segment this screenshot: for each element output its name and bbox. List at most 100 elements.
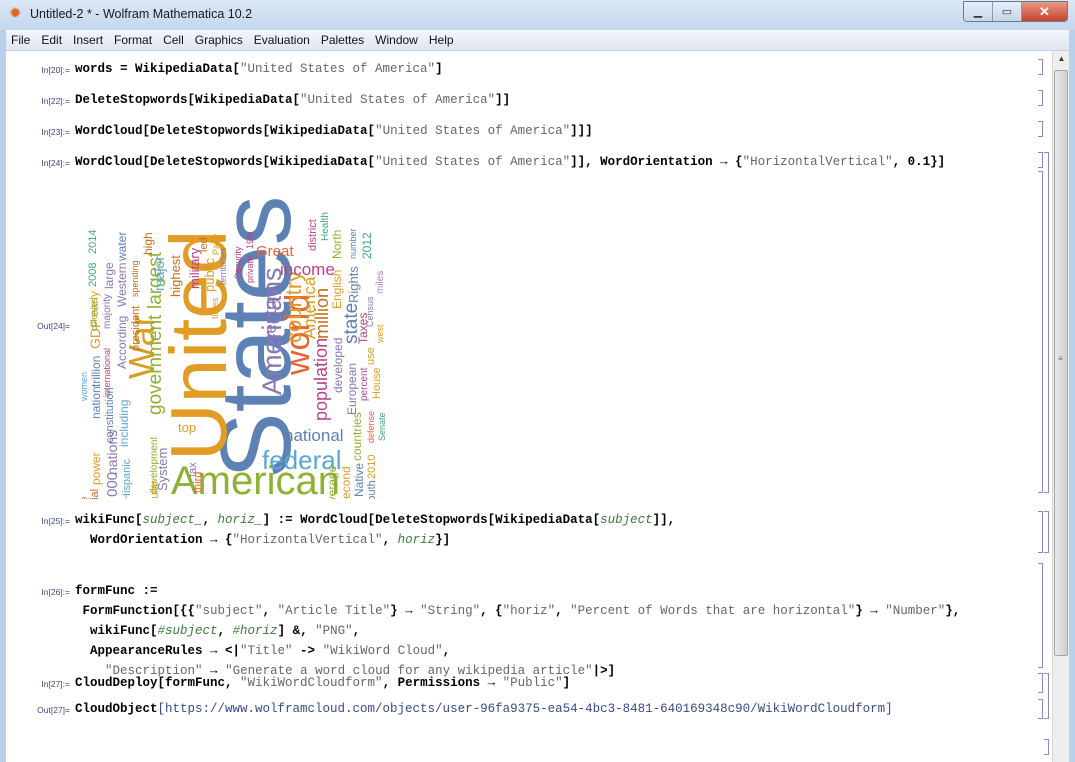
scroll-up-arrow-icon[interactable]: ▲: [1053, 51, 1070, 67]
word-cloud-word: colonies: [89, 297, 99, 331]
menu-graphics[interactable]: Graphics: [190, 33, 248, 47]
cell-bracket[interactable]: [1038, 511, 1043, 553]
cell-bracket[interactable]: [1038, 152, 1043, 168]
notebook-area[interactable]: In[20]:= words = WikipediaData["United St…: [6, 51, 1052, 762]
cell-code[interactable]: CloudObject[https://www.wolframcloud.com…: [75, 702, 893, 716]
minimize-icon: ▁: [973, 6, 983, 18]
code-token: }]: [435, 533, 451, 547]
word-cloud-word: 19th: [245, 231, 255, 249]
maximize-button[interactable]: ▭: [993, 2, 1022, 21]
string-token: "United States of America": [300, 93, 496, 107]
menu-edit[interactable]: Edit: [36, 33, 67, 47]
word-cloud-output[interactable]: States United American War world Americans fed…: [76, 179, 396, 500]
code-token: ,: [442, 644, 451, 658]
word-cloud-word: nation: [89, 386, 103, 419]
cell-bracket[interactable]: [1038, 563, 1043, 668]
scrollbar-thumb[interactable]: ≡: [1054, 70, 1068, 656]
string-token: "Number": [885, 604, 946, 618]
menu-file[interactable]: File: [6, 33, 35, 47]
string-token: "String": [420, 604, 481, 618]
word-cloud-word: trade: [79, 496, 89, 499]
group-bracket[interactable]: [1044, 152, 1049, 493]
close-button[interactable]: ✕: [1022, 2, 1067, 21]
vertical-scrollbar[interactable]: ▲ ≡: [1052, 51, 1070, 762]
word-cloud-word: highest: [168, 255, 183, 297]
grip-icon: ≡: [1058, 354, 1063, 363]
word-cloud-word: led: [198, 237, 210, 252]
word-cloud-word: North: [330, 229, 344, 259]
code-token: CloudDeploy[formFunc,: [75, 676, 241, 690]
cell-label: In[25]:=: [41, 516, 70, 526]
cell-code-line[interactable]: FormFunction[{{"subject", "Article Title…: [75, 604, 961, 618]
cell-label: In[23]:=: [41, 127, 70, 137]
code-token: AppearanceRules → <|: [75, 644, 241, 658]
word-cloud-word: major: [151, 255, 167, 291]
cell-code-line[interactable]: WordOrientation → {"HorizontalVertical",…: [75, 533, 450, 547]
menu-help[interactable]: Help: [424, 33, 459, 47]
word-cloud-word: Rights: [346, 266, 361, 303]
word-cloud-word: America: [300, 276, 319, 339]
string-token: "Percent of Words that are horizontal": [570, 604, 856, 618]
word-cloud-word: System: [155, 447, 170, 491]
cell-code-line[interactable]: formFunc :=: [75, 584, 158, 598]
word-cloud-word: west: [375, 324, 385, 343]
word-cloud-word: number: [348, 228, 358, 259]
code-token: WordCloud[DeleteStopwords[WikipediaData[: [75, 124, 376, 138]
word-cloud-word: income: [280, 260, 335, 279]
menu-evaluation[interactable]: Evaluation: [249, 33, 315, 47]
word-cloud-word: Great: [256, 243, 294, 260]
code-token: ,: [352, 624, 361, 638]
cell-bracket[interactable]: [1038, 90, 1043, 106]
empty-cell-bracket[interactable]: [1044, 739, 1049, 755]
mathematica-spikey-icon: ✹: [9, 5, 22, 22]
menu-cell[interactable]: Cell: [158, 33, 189, 47]
cell-bracket[interactable]: [1038, 171, 1043, 493]
cell-label: In[26]:=: [41, 587, 70, 597]
code-token: wikiFunc[: [75, 624, 158, 638]
string-token: "Article Title": [277, 604, 391, 618]
code-token: ] := WordCloud[DeleteStopwords[Wikipedia…: [262, 513, 601, 527]
menu-insert[interactable]: Insert: [68, 33, 108, 47]
code-token: ]]]: [570, 124, 593, 138]
group-bracket[interactable]: [1044, 673, 1049, 719]
word-cloud-word: private: [245, 255, 255, 283]
code-token: },: [945, 604, 961, 618]
cell-code[interactable]: CloudDeploy[formFunc, "WikiWordCloudform…: [75, 676, 570, 690]
word-cloud-word: public: [202, 258, 217, 292]
word-cloud-word: Security: [233, 246, 243, 279]
cell-code-line[interactable]: wikiFunc[subject_, horiz_] := WordCloud[…: [75, 513, 675, 527]
string-token: "horiz": [502, 604, 556, 618]
code-token: ,: [555, 604, 571, 618]
code-token: ] &,: [277, 624, 316, 638]
cell-bracket[interactable]: [1038, 59, 1043, 75]
word-cloud-word: large: [102, 262, 116, 289]
word-cloud-word: population: [311, 337, 331, 421]
cell-code[interactable]: words = WikipediaData["United States of …: [75, 62, 443, 76]
group-bracket[interactable]: [1044, 511, 1049, 553]
word-cloud-word: defense: [366, 410, 376, 443]
cell-code-line[interactable]: AppearanceRules → <|"Title" -> "WikiWord…: [75, 644, 450, 658]
minimize-button[interactable]: ▁: [964, 2, 993, 21]
string-token: "United States of America": [375, 155, 571, 169]
menu-palettes[interactable]: Palettes: [316, 33, 369, 47]
string-token: "Public": [502, 676, 563, 690]
cell-code[interactable]: WordCloud[DeleteStopwords[WikipediaData[…: [75, 124, 593, 138]
code-token: ,: [262, 604, 278, 618]
word-cloud-word: 2008: [87, 262, 99, 287]
code-token: , 0.1}]: [892, 155, 946, 169]
menu-window[interactable]: Window: [370, 33, 423, 47]
word-cloud-word: 2012: [360, 232, 374, 259]
cell-code-line[interactable]: wikiFunc[#subject, #horiz] &, "PNG",: [75, 624, 360, 638]
word-cloud-word: constitution: [104, 387, 116, 443]
cell-bracket[interactable]: [1038, 121, 1043, 137]
cell-code[interactable]: DeleteStopwords[WikipediaData["United St…: [75, 93, 510, 107]
pattern-token: horiz: [397, 533, 436, 547]
word-cloud-word: English: [330, 269, 344, 309]
cell-code[interactable]: WordCloud[DeleteStopwords[WikipediaData[…: [75, 155, 945, 169]
cell-bracket[interactable]: [1038, 673, 1043, 693]
word-cloud-word: 2010: [366, 454, 378, 479]
cell-label: In[24]:=: [41, 158, 70, 168]
pattern-token: horiz_: [217, 513, 263, 527]
cell-bracket[interactable]: [1038, 699, 1043, 719]
menu-format[interactable]: Format: [109, 33, 157, 47]
